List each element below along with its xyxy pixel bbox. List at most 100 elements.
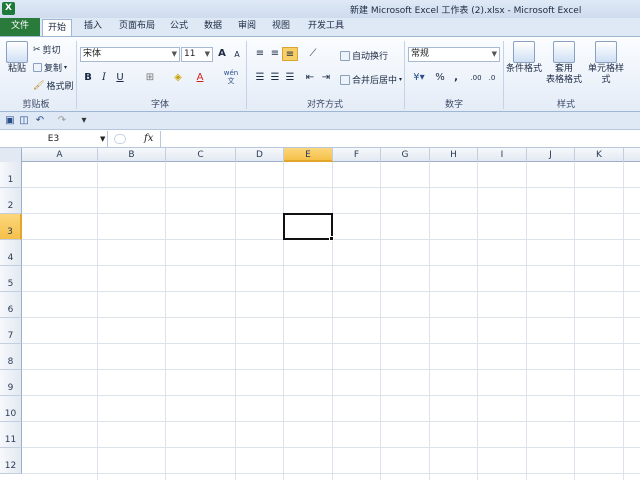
row-header-1[interactable]: 1 (0, 162, 22, 188)
borders-icon[interactable]: ⊞ (142, 71, 158, 85)
tab-formulas[interactable]: 公式 (166, 18, 192, 36)
format-as-table-button[interactable]: 套用 表格格式 (544, 39, 584, 86)
column-header-a[interactable]: A (22, 148, 98, 162)
phonetic-guide-button[interactable]: wén 文 (220, 69, 242, 85)
column-header-g[interactable]: G (381, 148, 430, 162)
number-format-select[interactable]: 常规 ▼ (408, 47, 500, 62)
selected-cell[interactable] (283, 213, 333, 240)
row-header-2[interactable]: 2 (0, 188, 22, 214)
increase-decimal-icon[interactable]: .00 (468, 71, 484, 85)
row-header-8[interactable]: 8 (0, 344, 22, 370)
align-right-icon[interactable]: ☰ (282, 71, 298, 85)
redo-icon[interactable]: ↷ (56, 115, 68, 127)
currency-icon[interactable]: ¥▾ (408, 71, 430, 85)
tab-data[interactable]: 数据 (200, 18, 226, 36)
align-center-icon[interactable]: ☰ (267, 71, 283, 85)
increase-indent-icon[interactable]: ⇥ (318, 71, 334, 85)
wrap-text-button[interactable]: 自动换行 (340, 49, 388, 62)
tab-page-layout[interactable]: 页面布局 (115, 18, 159, 36)
cell-styles-label: 单元格样式 (587, 64, 624, 85)
tab-view[interactable]: 视图 (268, 18, 294, 36)
row-header-4[interactable]: 4 (0, 240, 22, 266)
number-format-value: 常规 (411, 49, 430, 59)
font-color-button[interactable]: A (192, 71, 208, 85)
conditional-formatting-icon (513, 41, 535, 63)
copy-button[interactable]: 复制 ▾ (33, 61, 67, 74)
decrease-indent-icon[interactable]: ⇤ (302, 71, 318, 85)
gridline-horizontal (22, 421, 640, 422)
clipboard-icon (6, 41, 28, 63)
insert-function-button[interactable]: fx (144, 131, 153, 147)
row-header-12[interactable]: 12 (0, 448, 22, 474)
row-header-7[interactable]: 7 (0, 318, 22, 344)
tab-developer[interactable]: 开发工具 (304, 18, 348, 36)
bold-button[interactable]: B (80, 71, 96, 85)
cut-button[interactable]: ✂ 剪切 (33, 43, 61, 57)
tab-home[interactable]: 开始 (42, 19, 72, 37)
column-header-c[interactable]: C (166, 148, 236, 162)
tab-review[interactable]: 审阅 (234, 18, 260, 36)
title-bar: X 新建 Microsoft Excel 工作表 (2).xlsx - Micr… (0, 0, 640, 18)
row-header-5[interactable]: 5 (0, 266, 22, 292)
underline-button[interactable]: U (112, 71, 128, 85)
column-header-k[interactable]: K (575, 148, 624, 162)
column-header-j[interactable]: J (527, 148, 575, 162)
formula-input[interactable] (160, 131, 638, 147)
row-header-9[interactable]: 9 (0, 370, 22, 396)
name-box[interactable]: E3 (0, 131, 108, 147)
worksheet-grid[interactable]: ABCDEFGHIJK 1 2 3 4 5 6 7 8 9 10 11 12 (0, 148, 640, 480)
comma-button[interactable]: , (448, 71, 464, 85)
font-name-select[interactable]: 宋体 ▼ (80, 47, 180, 62)
row-header-6[interactable]: 6 (0, 292, 22, 318)
merge-center-button[interactable]: 合并后居中 ▾ (340, 73, 402, 86)
chevron-down-icon: ▼ (204, 50, 210, 58)
align-left-icon[interactable]: ☰ (252, 71, 268, 85)
font-size-select[interactable]: 11 ▼ (181, 47, 213, 62)
column-header-e[interactable]: E (284, 148, 333, 162)
row-header-10[interactable]: 10 (0, 396, 22, 422)
paste-button[interactable]: 粘贴 (2, 39, 32, 75)
column-header-i[interactable]: I (478, 148, 527, 162)
formula-divider-handle[interactable] (114, 134, 126, 144)
select-all-corner[interactable] (0, 148, 22, 162)
align-middle-icon[interactable]: ≡ (267, 47, 283, 61)
format-painter-button[interactable]: 🖌 格式刷 (33, 79, 73, 93)
gridline-horizontal (22, 187, 640, 188)
save-icon[interactable]: ▣ (4, 115, 16, 127)
shrink-font-button[interactable]: A (229, 48, 245, 62)
conditional-formatting-button[interactable]: 条件格式 (504, 39, 544, 75)
group-label-number: 数字 (444, 100, 463, 110)
tab-insert[interactable]: 插入 (80, 18, 106, 36)
chevron-down-icon[interactable]: ▼ (100, 131, 105, 147)
fill-handle[interactable] (329, 236, 334, 241)
excel-app-icon[interactable]: X (2, 2, 15, 15)
orientation-icon[interactable]: ⟋ (305, 47, 321, 61)
column-header-f[interactable]: F (333, 148, 381, 162)
conditional-formatting-label: 条件格式 (505, 64, 542, 74)
font-size-value: 11 (184, 49, 196, 59)
grow-font-button[interactable]: A (214, 47, 230, 61)
row-header-3[interactable]: 3 (0, 214, 22, 240)
cell-styles-button[interactable]: 单元格样式 (584, 39, 628, 86)
column-header-b[interactable]: B (98, 148, 166, 162)
print-preview-icon[interactable]: ◫ (18, 115, 30, 127)
column-header-h[interactable]: H (430, 148, 478, 162)
font-name-value: 宋体 (83, 49, 102, 59)
table-icon (553, 41, 575, 63)
group-divider (246, 41, 247, 109)
merge-center-label: 合并后居中 (352, 76, 398, 86)
tab-file[interactable]: 文件 (0, 18, 40, 36)
decrease-decimal-icon[interactable]: .0 (484, 71, 500, 85)
italic-button[interactable]: I (96, 71, 112, 85)
quick-access-toolbar: ▣ ◫ ↶ ↷ ▾ (0, 113, 640, 130)
percent-button[interactable]: % (432, 71, 448, 85)
row-header-11[interactable]: 11 (0, 422, 22, 448)
gridline-vertical (477, 162, 478, 480)
group-label-clipboard: 剪贴板 (22, 100, 50, 110)
align-bottom-icon[interactable]: ≡ (282, 47, 298, 61)
column-header-d[interactable]: D (236, 148, 284, 162)
fill-color-icon[interactable]: ◈ (170, 71, 186, 85)
align-top-icon[interactable]: ≡ (252, 47, 268, 61)
customize-qat-icon[interactable]: ▾ (78, 115, 90, 127)
undo-icon[interactable]: ↶ (34, 115, 46, 127)
